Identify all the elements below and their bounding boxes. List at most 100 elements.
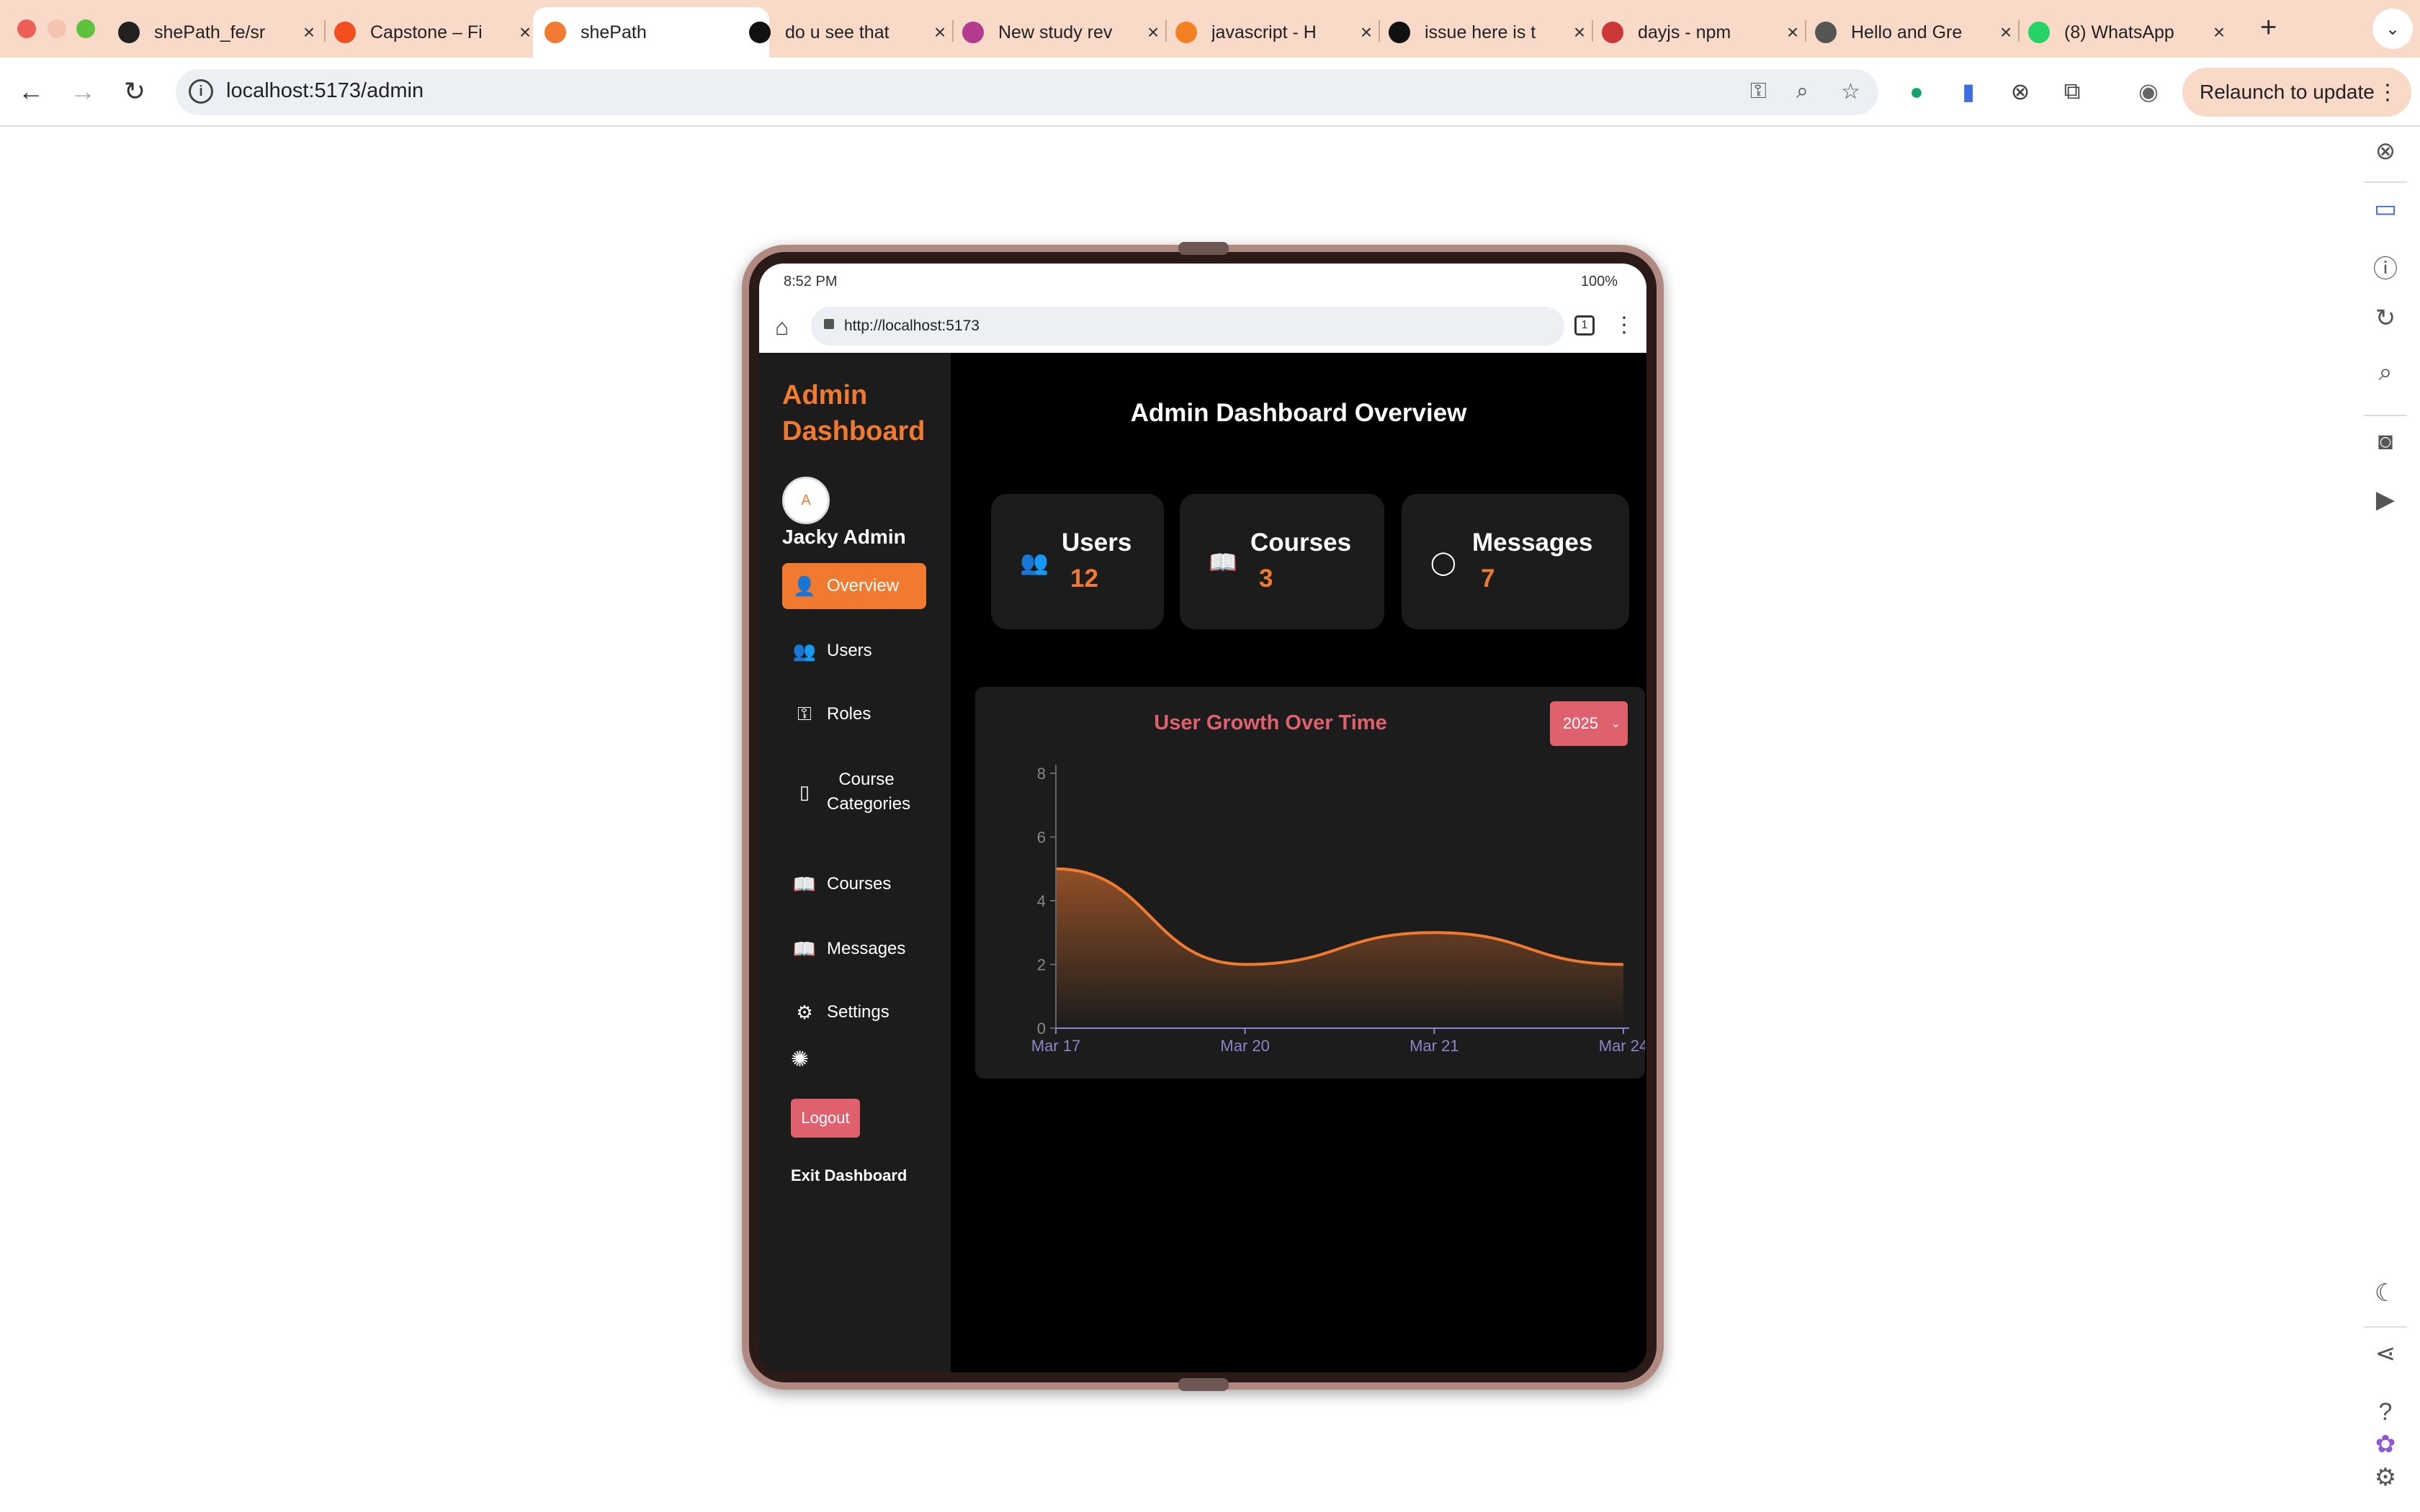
avatar[interactable]: A: [782, 477, 830, 524]
browser-tab[interactable]: (8) WhatsApp ×: [2028, 7, 2230, 58]
chart-y-tick-label: 4: [1037, 892, 1046, 910]
close-tab-icon[interactable]: ×: [1995, 21, 2017, 44]
info-icon[interactable]: ⓘ: [2371, 249, 2400, 284]
more-vert-icon[interactable]: ⋮: [2377, 80, 2398, 105]
close-tab-icon[interactable]: ×: [298, 21, 320, 44]
open-book-icon: 📖: [792, 937, 817, 960]
stat-label: Users: [1062, 528, 1132, 557]
reload-button[interactable]: ↻: [117, 73, 153, 109]
browser-tab[interactable]: issue here is t ×: [1389, 7, 1590, 58]
address-url[interactable]: localhost:5173/admin: [226, 79, 424, 103]
close-tab-icon[interactable]: ×: [1782, 21, 1803, 44]
browser-tab[interactable]: do u see that ×: [749, 7, 951, 58]
chart-x-tick-label: Mar 21: [1410, 1037, 1458, 1055]
browser-tab[interactable]: New study rev ×: [962, 7, 1164, 58]
camera-icon[interactable]: ◙: [2371, 428, 2400, 456]
tab-title: New study rev: [998, 22, 1113, 42]
stackoverflow-icon: [1175, 22, 1197, 43]
moon-icon[interactable]: ☾: [2371, 1279, 2400, 1308]
close-tab-icon[interactable]: ×: [1142, 21, 1164, 44]
close-circle-icon[interactable]: ⊗: [2371, 137, 2400, 166]
bookmark-star-icon[interactable]: ☆: [1841, 79, 1860, 104]
sidebar-item-course-categories[interactable]: ▯ Course Categories: [782, 756, 926, 828]
browser-tab[interactable]: Capstone – Fi ×: [334, 7, 536, 58]
sidebar-item-courses[interactable]: 📖 Courses: [782, 861, 926, 907]
whatsapp-icon: [2028, 22, 2050, 43]
close-tab-icon[interactable]: ×: [1355, 21, 1377, 44]
tab-search-button[interactable]: ⌄: [2372, 9, 2413, 49]
sidebar-item-overview[interactable]: 👤 Overview: [782, 563, 926, 609]
browser-tab[interactable]: dayjs - npm ×: [1602, 7, 1803, 58]
sidebar-item-roles[interactable]: ⚿ Roles: [782, 691, 926, 737]
mobile-browser-bar: ⌂ http://localhost:5173 1 ⋮: [759, 300, 1646, 353]
video-camera-icon[interactable]: ▶: [2371, 485, 2400, 514]
brand-title: Admin Dashboard: [782, 380, 926, 446]
mobile-menu-icon[interactable]: ⋮: [1613, 312, 1635, 338]
browser-tab[interactable]: javascript - H ×: [1175, 7, 1377, 58]
zoom-search-icon[interactable]: ⌕: [2371, 359, 2400, 387]
brain-icon[interactable]: ✿: [2371, 1430, 2400, 1459]
reload-icon: ↻: [123, 76, 146, 106]
dashboard-main: Admin Dashboard Overview 👥 Users 12 📖 Course…: [951, 353, 1646, 1372]
browser-tab[interactable]: Hello and Gre ×: [1815, 7, 2017, 58]
profile-avatar[interactable]: ◉: [2130, 73, 2166, 109]
close-tab-icon[interactable]: ×: [1569, 21, 1590, 44]
tab-separator: [1165, 20, 1167, 42]
chart-x-tick-label: Mar 24: [1599, 1037, 1645, 1055]
stat-value: 12: [1070, 564, 1098, 593]
sidebar-item-settings[interactable]: ⚙ Settings: [782, 989, 926, 1035]
close-tab-icon[interactable]: ×: [2208, 21, 2230, 44]
zoom-window-button[interactable]: [76, 19, 95, 38]
forward-button[interactable]: →: [65, 73, 101, 109]
divider: [2364, 415, 2407, 416]
tab-separator: [1379, 20, 1380, 42]
extensions-puzzle-icon[interactable]: ⧉: [2054, 73, 2090, 109]
stat-card-messages: ◯ Messages 7: [1402, 494, 1629, 629]
new-tab-button[interactable]: +: [2260, 12, 2277, 44]
lock-icon: [824, 319, 834, 329]
chat-bubble-icon: ◯: [1430, 549, 1456, 575]
password-key-icon[interactable]: ⚿: [1750, 79, 1767, 104]
theme-toggle-icon[interactable]: ✺: [791, 1047, 809, 1072]
zoom-icon[interactable]: ⌕: [1796, 79, 1809, 104]
browser-tab[interactable]: shePath_fe/sr ×: [118, 7, 320, 58]
sidebar-item-messages[interactable]: 📖 Messages: [782, 926, 926, 972]
github-icon: [118, 22, 140, 43]
close-window-button[interactable]: [17, 19, 36, 38]
exit-dashboard-link[interactable]: Exit Dashboard: [791, 1166, 907, 1185]
site-info-icon[interactable]: i: [189, 79, 213, 104]
stat-label: Courses: [1250, 528, 1352, 557]
status-battery: 100%: [1580, 274, 1618, 289]
sidebar-item-label: Courses: [827, 874, 892, 894]
back-button[interactable]: ←: [13, 73, 49, 109]
settings-gear-icon[interactable]: ⚙: [2371, 1463, 2400, 1492]
minimize-window-button[interactable]: [48, 19, 66, 38]
help-icon[interactable]: ?: [2371, 1398, 2400, 1426]
chart-x-tick-label: Mar 20: [1220, 1037, 1269, 1055]
share-icon[interactable]: ⋖: [2371, 1339, 2400, 1368]
grammarly-extension-icon[interactable]: ●: [1899, 73, 1935, 109]
browser-tab[interactable]: shePath×: [533, 7, 769, 58]
tab-title: Capstone – Fi: [370, 22, 483, 42]
home-icon[interactable]: ⌂: [775, 314, 789, 341]
sidebar-item-users[interactable]: 👥 Users: [782, 628, 926, 674]
blocker-extension-icon[interactable]: ⊗: [2002, 73, 2038, 109]
mobile-address-bar[interactable]: http://localhost:5173: [811, 307, 1564, 346]
logout-button[interactable]: Logout: [791, 1099, 860, 1138]
tab-count-button[interactable]: 1: [1574, 315, 1595, 336]
relaunch-button[interactable]: Relaunch to update ⋮: [2182, 68, 2411, 117]
close-tab-icon[interactable]: ×: [929, 21, 951, 44]
stat-value: 3: [1259, 564, 1273, 593]
device-hinge-bottom: [1178, 1378, 1229, 1391]
gear-icon: ⚙: [796, 1001, 813, 1023]
device-mode-icon[interactable]: ▭: [2371, 194, 2400, 223]
user-name: Jacky Admin: [782, 526, 906, 548]
rotate-icon[interactable]: ↻: [2371, 304, 2400, 333]
analytics-extension-icon[interactable]: ▮: [1950, 73, 1986, 109]
tab-title: dayjs - npm: [1638, 22, 1731, 42]
user-growth-chart-panel: User Growth Over Time 2025 ⌄ 0 2 4 6 8 Mar 17…: [975, 687, 1645, 1079]
arrow-left-icon: ←: [18, 76, 44, 106]
address-bar[interactable]: i localhost:5173/admin ⚿ ⌕ ☆: [176, 69, 1878, 115]
admin-sidebar: Admin Dashboard A Jacky Admin 👤 Overview 👥…: [759, 353, 951, 1372]
device-toolbar-strip: ⊗ ▭ ⓘ ↻ ⌕ ◙ ▶ ☾ ⋖ ? ✿ ⚙: [2351, 127, 2420, 1512]
